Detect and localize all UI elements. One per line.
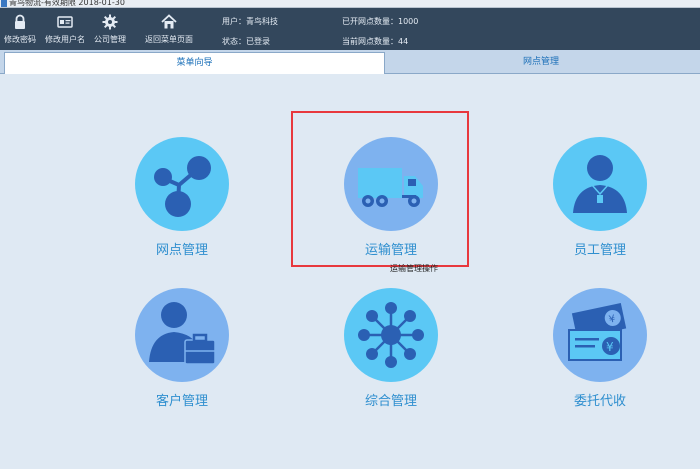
- selection-highlight: [291, 111, 469, 267]
- menu-tile-general-management[interactable]: 综合管理: [331, 288, 451, 418]
- employee-icon: [553, 137, 647, 231]
- lock-icon: [15, 14, 25, 29]
- toolbar: 修改密码 修改用户名 公司管理 返回菜单页面 用户：青鸟科技 状态：已登录 已开…: [0, 8, 700, 50]
- menu-label: 综合管理: [364, 394, 417, 409]
- menu-label: 网点管理: [155, 243, 208, 258]
- menu-label: 员工管理: [573, 243, 626, 258]
- menu-tile-employee-management[interactable]: 员工管理: [540, 137, 660, 267]
- gear-icon: [102, 14, 118, 30]
- menu-label: 客户管理: [155, 394, 208, 409]
- cash-collect-icon: ¥ ¥: [553, 288, 647, 382]
- home-icon: [161, 14, 177, 29]
- change-password-button[interactable]: 修改密码: [2, 8, 38, 50]
- tab-branch-management[interactable]: 网点管理: [386, 52, 696, 74]
- user-info: 用户：青鸟科技: [222, 17, 278, 26]
- company-management-button[interactable]: 公司管理: [90, 8, 130, 50]
- menu-label: 委托代收: [573, 394, 626, 409]
- title-bar: 青鸟物流-有效期限 2018-01-30: [0, 0, 700, 8]
- tab-bar: 菜单向导 网点管理: [0, 50, 700, 74]
- return-menu-button[interactable]: 返回菜单页面: [144, 8, 194, 50]
- hub-icon: [344, 288, 438, 382]
- opened-branch-count: 已开网点数量：1000: [342, 17, 419, 26]
- network-nodes-icon: [135, 137, 229, 231]
- id-card-icon: [57, 16, 73, 28]
- tooltip: 运输管理操作: [390, 264, 438, 273]
- menu-tile-customer-management[interactable]: 客户管理: [122, 288, 242, 418]
- svg-text:¥: ¥: [606, 340, 614, 354]
- customer-icon: [135, 288, 229, 382]
- menu-tile-branch-management[interactable]: 网点管理: [122, 137, 242, 267]
- status-info: 状态：已登录: [222, 37, 270, 46]
- tab-menu-guide[interactable]: 菜单向导: [4, 52, 385, 74]
- window-title: 青鸟物流-有效期限 2018-01-30: [9, 0, 125, 7]
- change-username-button[interactable]: 修改用户名: [42, 8, 88, 50]
- app-icon: [1, 0, 7, 7]
- menu-tile-collection-on-delivery[interactable]: ¥ ¥ 委托代收: [540, 288, 660, 418]
- current-branch-count: 当前网点数量：44: [342, 37, 409, 46]
